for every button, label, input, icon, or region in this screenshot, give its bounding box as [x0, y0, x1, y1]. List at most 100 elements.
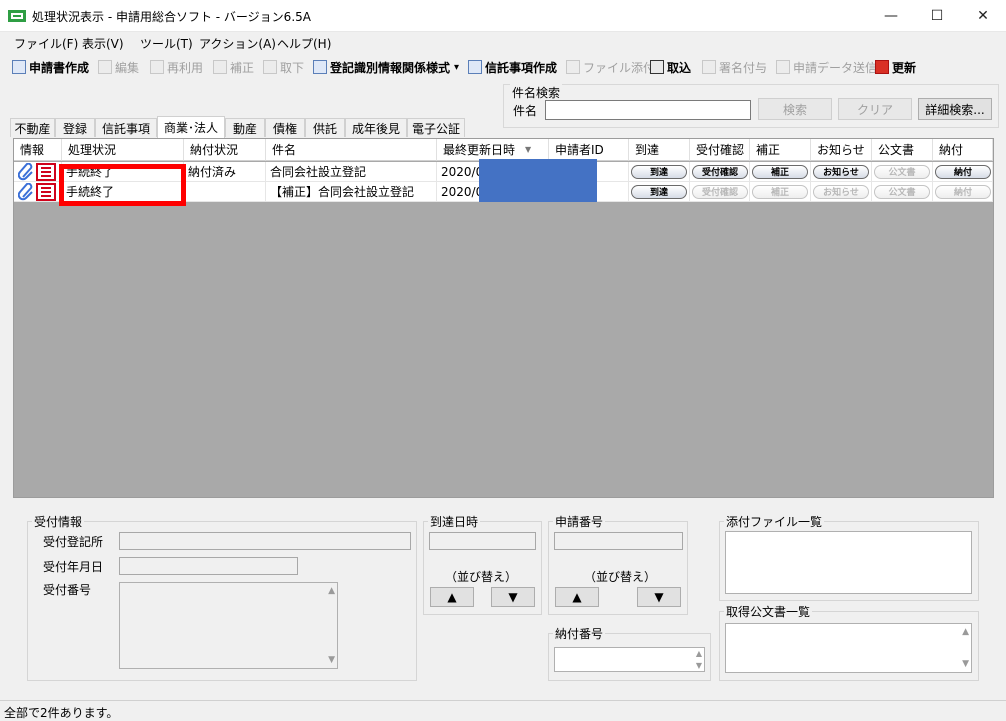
- official-doc-button[interactable]: 公文書: [874, 164, 930, 179]
- reuse-button[interactable]: 再利用: [150, 58, 203, 76]
- scroll-down-icon[interactable]: ▼: [962, 659, 969, 669]
- receipt-confirm-button[interactable]: 受付確認: [692, 184, 748, 199]
- tab-electronic-notary[interactable]: 電子公証: [407, 118, 465, 137]
- tab-commercial-corporate[interactable]: 商業･法人: [157, 116, 225, 138]
- column-header-payment[interactable]: 納付: [933, 139, 993, 161]
- payment-button[interactable]: 納付: [935, 164, 991, 179]
- seal-icon: [36, 162, 56, 181]
- import-label: 取込: [667, 60, 692, 75]
- arrival-button[interactable]: 到達: [631, 164, 687, 179]
- row-payment-status-cell: 納付済み: [184, 162, 266, 182]
- official-documents-list[interactable]: ▲ ▼: [725, 623, 972, 673]
- menu-action[interactable]: アクション(A): [199, 35, 276, 52]
- seal-icon: [36, 182, 56, 201]
- payment-number-field[interactable]: ▲ ▼: [554, 647, 705, 672]
- column-header-subject[interactable]: 件名: [266, 139, 437, 161]
- registration-format-button[interactable]: 登記識別情報関係様式 ▾: [313, 58, 459, 76]
- column-header-applicant-id[interactable]: 申請者ID: [549, 139, 629, 161]
- close-button[interactable]: ✕: [960, 0, 1006, 32]
- menu-view[interactable]: 表示(V): [82, 35, 124, 52]
- arrival-button[interactable]: 到達: [631, 184, 687, 199]
- column-header-info[interactable]: 情報: [14, 139, 62, 161]
- receipt-confirm-button[interactable]: 受付確認: [692, 164, 748, 179]
- minimize-button[interactable]: —: [868, 0, 914, 32]
- refresh-icon: [875, 60, 889, 74]
- detail-search-button[interactable]: 詳細検索...: [918, 98, 992, 120]
- column-header-payment-status[interactable]: 納付状況: [184, 139, 266, 161]
- spin-down-icon[interactable]: ▼: [696, 661, 702, 670]
- row-notice-cell: お知らせ: [811, 182, 872, 202]
- withdraw-icon: [263, 60, 277, 74]
- correction-button[interactable]: 補正: [752, 164, 808, 179]
- column-header-receipt-confirm[interactable]: 受付確認: [690, 139, 750, 161]
- edit-label: 編集: [115, 60, 140, 75]
- scroll-down-icon[interactable]: ▼: [328, 655, 335, 665]
- trust-create-button[interactable]: 信託事項作成: [468, 58, 557, 76]
- sign-button[interactable]: 署名付与: [702, 58, 767, 76]
- receipt-date-field[interactable]: [119, 557, 298, 575]
- tab-claims[interactable]: 債権: [265, 118, 305, 137]
- notice-button[interactable]: お知らせ: [813, 184, 869, 199]
- withdraw-label: 取下: [280, 60, 305, 75]
- arrival-sort-down-button[interactable]: ▼: [491, 587, 535, 607]
- correct-button[interactable]: 補正: [213, 58, 254, 76]
- menu-file[interactable]: ファイル(F): [14, 35, 78, 52]
- notice-button[interactable]: お知らせ: [813, 164, 869, 179]
- attach-file-button[interactable]: ファイル添付: [566, 58, 655, 76]
- edit-button[interactable]: 編集: [98, 58, 139, 76]
- correct-label: 補正: [230, 60, 255, 75]
- app-icon: [8, 8, 26, 24]
- maximize-button[interactable]: ☐: [914, 0, 960, 32]
- tab-movables[interactable]: 動産: [225, 118, 265, 137]
- row-payment-cell: 納付: [933, 182, 993, 202]
- create-application-label: 申請書作成: [29, 60, 90, 75]
- arrival-sort-up-button[interactable]: ▲: [430, 587, 474, 607]
- scroll-up-icon[interactable]: ▲: [962, 627, 969, 637]
- arrival-datetime-field[interactable]: [429, 532, 536, 550]
- import-button[interactable]: 取込: [650, 58, 691, 76]
- tab-trust[interactable]: 信託事項: [95, 118, 157, 137]
- payment-button[interactable]: 納付: [935, 184, 991, 199]
- arrival-datetime-title: 到達日時: [428, 513, 481, 530]
- import-icon: [650, 60, 664, 74]
- column-header-updated[interactable]: 最終更新日時 ▼: [437, 139, 549, 161]
- menu-help[interactable]: ヘルプ(H): [277, 35, 331, 52]
- row-arrival-cell: 到達: [629, 182, 690, 202]
- menu-tools[interactable]: ツール(T): [140, 35, 193, 52]
- column-header-correction[interactable]: 補正: [750, 139, 811, 161]
- status-grid[interactable]: 情報 処理状況 納付状況 件名 最終更新日時 ▼ 申請者ID 到達 受付確認 補…: [13, 138, 994, 498]
- column-header-notice[interactable]: お知らせ: [811, 139, 872, 161]
- column-header-status[interactable]: 処理状況: [62, 139, 184, 161]
- tab-real-estate[interactable]: 不動産: [10, 118, 55, 137]
- row-payment-status-cell: [184, 182, 266, 202]
- attachments-list[interactable]: [725, 531, 972, 594]
- send-data-button[interactable]: 申請データ送信: [776, 58, 877, 76]
- scroll-up-icon[interactable]: ▲: [328, 586, 335, 596]
- refresh-label: 更新: [892, 60, 917, 75]
- spin-up-icon[interactable]: ▲: [696, 649, 702, 658]
- refresh-button[interactable]: 更新: [875, 58, 916, 76]
- search-button[interactable]: 検索: [758, 98, 832, 120]
- send-data-label: 申請データ送信: [793, 60, 878, 75]
- tab-deposit[interactable]: 供託: [305, 118, 345, 137]
- receipt-number-list[interactable]: ▲ ▼: [119, 582, 338, 669]
- receipt-office-field[interactable]: [119, 532, 411, 550]
- clear-button[interactable]: クリア: [838, 98, 912, 120]
- dropdown-arrow-icon[interactable]: ▾: [454, 62, 459, 73]
- application-sort-down-button[interactable]: ▼: [637, 587, 681, 607]
- tab-registration[interactable]: 登録: [55, 118, 95, 137]
- application-sort-up-button[interactable]: ▲: [555, 587, 599, 607]
- official-doc-button[interactable]: 公文書: [874, 184, 930, 199]
- row-arrival-cell: 到達: [629, 162, 690, 182]
- withdraw-button[interactable]: 取下: [263, 58, 304, 76]
- create-application-button[interactable]: 申請書作成: [12, 58, 89, 76]
- application-number-field[interactable]: [554, 532, 683, 550]
- window-title: 処理状況表示 - 申請用総合ソフト - バージョン6.5A: [32, 10, 311, 24]
- column-header-official-doc[interactable]: 公文書: [872, 139, 933, 161]
- tab-adult-guardianship[interactable]: 成年後見: [345, 118, 407, 137]
- subject-search-input[interactable]: [545, 100, 751, 120]
- column-header-arrival[interactable]: 到達: [629, 139, 690, 161]
- receipt-number-label: 受付番号: [43, 583, 92, 597]
- correction-button[interactable]: 補正: [752, 184, 808, 199]
- attachments-title: 添付ファイル一覧: [724, 513, 825, 530]
